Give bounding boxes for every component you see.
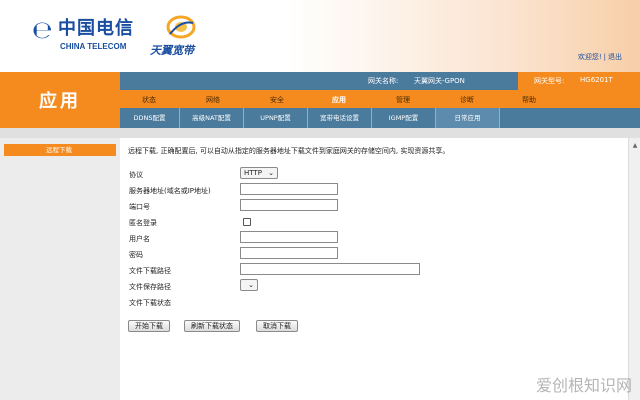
download-path-label: 文件下载路径 bbox=[129, 267, 171, 275]
start-download-button[interactable]: 开始下载 bbox=[128, 320, 170, 332]
sub-nav: DDNS配置 高级NAT配置 UPNP配置 宽带电话设置 IGMP配置 日常应用 bbox=[120, 108, 640, 128]
username-input[interactable] bbox=[240, 231, 338, 243]
protocol-select[interactable]: HTTP ⌄ bbox=[240, 167, 278, 179]
scroll-up-arrow-icon[interactable]: ▲ bbox=[629, 142, 640, 149]
nav-network[interactable]: 网络 bbox=[206, 95, 220, 105]
main-nav: 状态 网络 安全 应用 管理 诊断 帮助 bbox=[120, 90, 640, 108]
download-status-label: 文件下载状态 bbox=[129, 299, 171, 307]
server-address-label: 服务器地址(域名或IP地址) bbox=[129, 187, 211, 195]
tab-ddns[interactable]: DDNS配置 bbox=[120, 108, 180, 128]
chevron-down-icon: ⌄ bbox=[268, 169, 274, 177]
header-links: 欢迎您! | 退出 bbox=[578, 52, 622, 62]
port-input[interactable] bbox=[240, 199, 338, 211]
password-input[interactable] bbox=[240, 247, 338, 259]
remote-download-form: 远程下载, 正确配置后, 可以自动从指定的服务器地址下载文件到家庭网关的存储空间… bbox=[120, 138, 628, 400]
section-title: 应用 bbox=[39, 91, 81, 112]
header: ℮ 中国电信 CHINA TELECOM 天翼宽带 欢迎您! | 退出 bbox=[0, 0, 640, 72]
nav-help[interactable]: 帮助 bbox=[522, 95, 536, 105]
router-admin-page: ℮ 中国电信 CHINA TELECOM 天翼宽带 欢迎您! | 退出 应用 网关名… bbox=[0, 0, 640, 400]
logout-link[interactable]: 退出 bbox=[608, 53, 622, 61]
gateway-name-value: 天翼网关-GPON bbox=[414, 77, 465, 85]
divider-strip bbox=[0, 128, 640, 138]
section-banner: 应用 bbox=[0, 72, 120, 128]
sidebar: 远程下载 bbox=[0, 138, 120, 400]
logo-english-text: CHINA TELECOM bbox=[60, 42, 127, 51]
tianyi-swirl-icon bbox=[166, 15, 196, 39]
protocol-select-value: HTTP bbox=[244, 169, 262, 177]
nav-diagnostics[interactable]: 诊断 bbox=[460, 95, 474, 105]
tab-upnp[interactable]: UPNP配置 bbox=[244, 108, 308, 128]
tab-voip[interactable]: 宽带电话设置 bbox=[308, 108, 372, 128]
anonymous-login-label: 匿名登录 bbox=[129, 219, 157, 227]
download-path-input[interactable] bbox=[240, 263, 420, 275]
watermark-text: 爱创根知识网 bbox=[535, 376, 632, 395]
refresh-status-button[interactable]: 刷新下载状态 bbox=[184, 320, 240, 332]
tab-advanced-nat[interactable]: 高级NAT配置 bbox=[180, 108, 244, 128]
password-label: 密码 bbox=[129, 251, 143, 259]
welcome-link[interactable]: 欢迎您! bbox=[578, 53, 602, 61]
save-path-label: 文件保存路径 bbox=[129, 283, 171, 291]
brand-text: 天翼宽带 bbox=[150, 44, 194, 57]
logo-chinese-text: 中国电信 bbox=[58, 18, 134, 39]
nav-security[interactable]: 安全 bbox=[270, 95, 284, 105]
tianyi-broadband-logo: 天翼宽带 bbox=[150, 14, 220, 58]
china-telecom-logo: ℮ 中国电信 CHINA TELECOM bbox=[32, 16, 152, 56]
anonymous-login-checkbox[interactable] bbox=[243, 218, 251, 226]
nav-application[interactable]: 应用 bbox=[332, 95, 346, 105]
gateway-model-value: HG6201T bbox=[580, 76, 613, 84]
save-path-select[interactable]: ⌄ bbox=[240, 279, 258, 291]
form-description: 远程下载, 正确配置后, 可以自动从指定的服务器地址下载文件到家庭网关的存储空间… bbox=[128, 147, 450, 155]
server-address-input[interactable] bbox=[240, 183, 338, 195]
tab-igmp[interactable]: IGMP配置 bbox=[372, 108, 436, 128]
gateway-info-bar: 网关名称: 天翼网关-GPON 网关型号: HG6201T bbox=[120, 72, 640, 90]
username-label: 用户名 bbox=[129, 235, 150, 243]
nav-management[interactable]: 管理 bbox=[396, 95, 410, 105]
tab-daily-apps[interactable]: 日常应用 bbox=[436, 108, 500, 128]
cancel-download-button[interactable]: 取消下载 bbox=[256, 320, 298, 332]
nav-status[interactable]: 状态 bbox=[142, 95, 156, 105]
scrollbar[interactable]: ▲ bbox=[628, 138, 640, 400]
gateway-model-box: 网关型号: HG6201T bbox=[518, 72, 640, 90]
sidebar-item-remote-download[interactable]: 远程下载 bbox=[4, 144, 116, 156]
gateway-model-label: 网关型号: bbox=[534, 77, 565, 85]
gateway-name-label: 网关名称: bbox=[368, 77, 399, 85]
protocol-label: 协议 bbox=[129, 171, 143, 179]
chevron-down-icon: ⌄ bbox=[248, 281, 254, 289]
china-telecom-logo-icon: ℮ bbox=[32, 16, 53, 44]
port-label: 端口号 bbox=[129, 203, 150, 211]
